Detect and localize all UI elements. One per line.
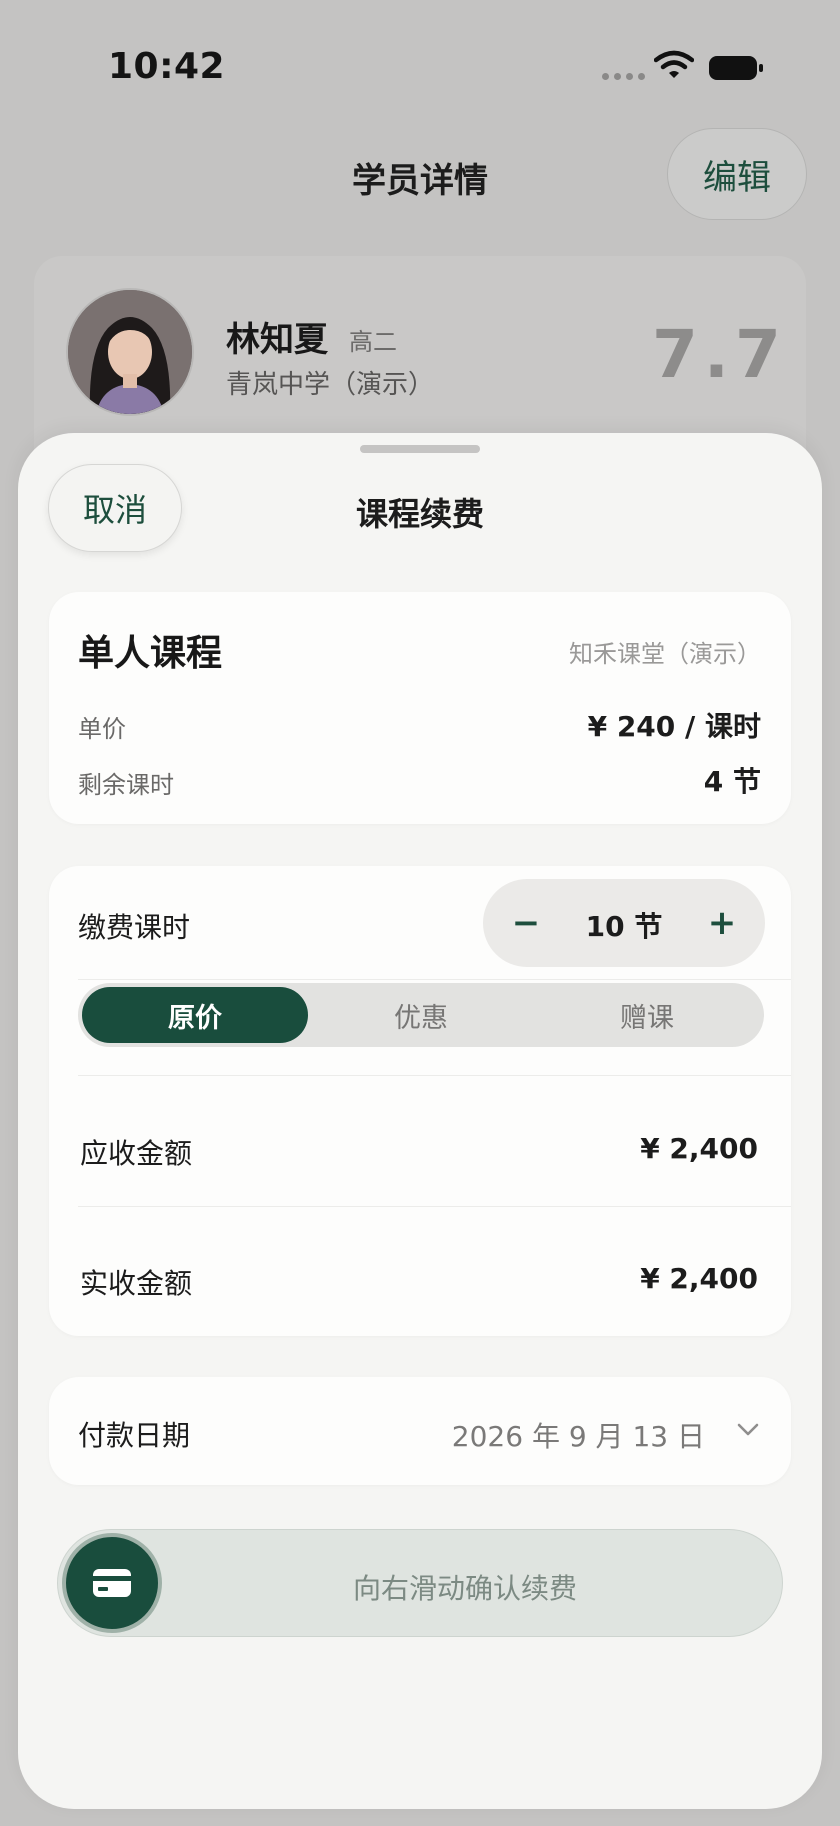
- segment-gift-course[interactable]: 赠课: [534, 987, 760, 1043]
- minus-button[interactable]: −: [491, 879, 561, 967]
- hours-value: 10 节: [585, 910, 663, 943]
- receivable-value: ¥ 2,400: [640, 1132, 758, 1165]
- slide-confirm-label: 向右滑动确认续费: [352, 1572, 577, 1605]
- divider: [78, 979, 791, 980]
- avatar: [68, 290, 192, 414]
- signal-icon: [602, 73, 645, 80]
- battery-icon: [709, 56, 763, 80]
- renewal-sheet: 取消 课程续费 单人课程 知禾课堂（演示） 单价 ¥ 240 / 课时 剩余课时…: [18, 433, 822, 1809]
- received-value[interactable]: ¥ 2,400: [640, 1262, 758, 1295]
- payment-date-value: 2026 年 9 月 13 日: [451, 1420, 705, 1453]
- unit-price-value: ¥ 240 / 课时: [587, 710, 761, 743]
- sheet-title: 课程续费: [355, 495, 484, 533]
- remaining-hours-label: 剩余课时: [78, 771, 174, 799]
- receivable-label: 应收金额: [80, 1137, 193, 1170]
- hours-stepper: − 10 节 +: [483, 879, 765, 967]
- student-school: 青岚中学（演示）: [226, 370, 435, 400]
- plus-button[interactable]: +: [687, 879, 757, 967]
- student-name: 林知夏: [226, 320, 328, 360]
- unit-price-label: 单价: [78, 715, 126, 743]
- divider: [78, 1206, 791, 1207]
- divider: [78, 1075, 791, 1076]
- edit-button[interactable]: 编辑: [667, 128, 807, 220]
- course-card: 单人课程 知禾课堂（演示） 单价 ¥ 240 / 课时 剩余课时 4 节: [49, 592, 791, 824]
- received-label: 实收金额: [80, 1267, 193, 1300]
- status-bar: 10:42: [0, 0, 840, 130]
- payment-date-row[interactable]: 付款日期 2026 年 9 月 13 日: [49, 1377, 791, 1485]
- minus-icon: −: [511, 903, 541, 943]
- segment-discount[interactable]: 优惠: [308, 987, 534, 1043]
- status-time: 10:42: [108, 46, 226, 87]
- student-score: 7.7: [652, 316, 787, 393]
- segment-original-price[interactable]: 原价: [82, 987, 308, 1043]
- payment-card: 缴费课时 − 10 节 + 原价 优惠 赠课 应收金额 ¥ 2,400 实收金额…: [49, 866, 791, 1336]
- course-org: 知禾课堂（演示）: [569, 640, 761, 668]
- card-icon: [93, 1569, 131, 1597]
- student-grade: 高二: [349, 328, 397, 356]
- slide-to-confirm[interactable]: 向右滑动确认续费: [57, 1529, 783, 1637]
- avatar-portrait-icon: [68, 290, 192, 414]
- chevron-down-icon: [737, 1423, 759, 1436]
- plus-icon: +: [707, 903, 737, 943]
- course-name: 单人课程: [78, 633, 223, 674]
- payment-date-label: 付款日期: [78, 1419, 191, 1452]
- price-type-segmented: 原价 优惠 赠课: [78, 983, 764, 1047]
- slider-knob[interactable]: [62, 1533, 162, 1633]
- remaining-hours-value: 4 节: [703, 765, 761, 798]
- sheet-grabber[interactable]: [360, 445, 480, 453]
- pay-hours-label: 缴费课时: [78, 911, 191, 944]
- wifi-icon: [654, 50, 694, 78]
